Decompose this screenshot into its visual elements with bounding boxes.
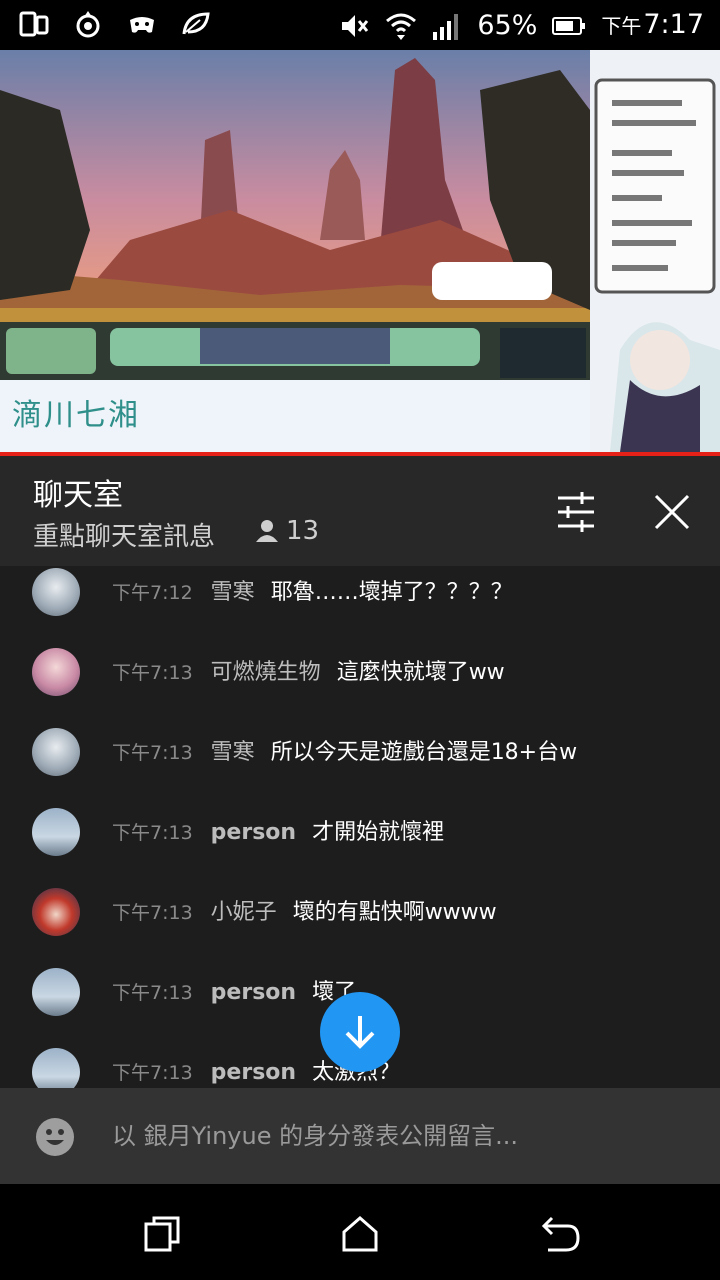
- message-time: 下午7:13: [112, 662, 193, 684]
- filter-button[interactable]: [552, 488, 600, 536]
- phone-icon: [19, 11, 49, 37]
- message-time: 下午7:12: [112, 582, 193, 604]
- clock: 下午7:17: [601, 9, 704, 40]
- comment-input[interactable]: [100, 1108, 714, 1164]
- message-time: 下午7:13: [112, 902, 193, 924]
- back-icon: [541, 1216, 580, 1252]
- avatar[interactable]: [32, 808, 80, 856]
- avatar[interactable]: [32, 728, 80, 776]
- scroll-to-bottom-button[interactable]: [320, 992, 400, 1072]
- battery-percent: 65%: [477, 9, 538, 41]
- stream-logo: 滴川七湘: [12, 398, 140, 433]
- close-button[interactable]: [648, 488, 696, 536]
- sliders-icon: [558, 492, 594, 532]
- smiley-icon: [36, 1118, 74, 1156]
- chat-message: 下午7:13 小妮子 壞的有點快啊wwww: [0, 866, 720, 946]
- message-author[interactable]: 小妮子: [211, 894, 277, 926]
- message-time: 下午7:13: [112, 822, 193, 844]
- message-text: 所以今天是遊戲台還是18+台w: [270, 740, 578, 765]
- home-icon: [342, 1216, 378, 1252]
- close-icon: [654, 494, 690, 530]
- message-author[interactable]: 雪寒: [211, 734, 255, 766]
- battery-icon: [552, 16, 586, 35]
- chat-message: 下午7:13 雪寒 所以今天是遊戲台還是18+台w: [0, 706, 720, 786]
- message-author[interactable]: person: [211, 820, 296, 845]
- chat-message: 下午7:13 可燃燒生物 這麼快就壞了ww: [0, 626, 720, 706]
- back-button[interactable]: [538, 1212, 582, 1256]
- message-author[interactable]: person: [211, 980, 296, 1005]
- wifi-icon: [386, 13, 417, 40]
- mute-icon: [342, 14, 369, 37]
- video-player[interactable]: 滴川七湘: [0, 50, 720, 452]
- viewer-count-number: 13: [286, 516, 320, 546]
- avatar[interactable]: [32, 648, 80, 696]
- message-text: 壞的有點快啊wwww: [292, 900, 497, 925]
- chat-header: 聊天室 重點聊天室訊息 13: [0, 456, 720, 566]
- arrow-down-icon: [345, 1016, 375, 1049]
- game-controller-icon: [130, 17, 154, 33]
- message-time: 下午7:13: [112, 1062, 193, 1084]
- message-text: 這麼快就壞了ww: [336, 660, 505, 685]
- leaf-icon: [182, 12, 210, 35]
- emoji-button[interactable]: [35, 1117, 75, 1157]
- recent-apps-icon: [144, 1216, 180, 1252]
- chat-mode-label[interactable]: 重點聊天室訊息: [33, 516, 215, 553]
- chat-message: 下午7:13 person 才開始就懷裡: [0, 786, 720, 866]
- message-author[interactable]: 雪寒: [211, 574, 255, 606]
- chat-message: 下午7:12 雪寒 耶魯……壞掉了？？？？: [0, 566, 720, 626]
- message-author[interactable]: person: [211, 1060, 296, 1085]
- viewer-count: 13: [254, 516, 319, 546]
- person-icon: [256, 520, 278, 542]
- signal-icon: [433, 13, 459, 40]
- avatar[interactable]: [32, 888, 80, 936]
- chat-title: 聊天室: [33, 478, 123, 513]
- status-bar: 65% 下午7:17: [0, 0, 720, 50]
- message-text: 耶魯……壞掉了？？？？: [270, 580, 513, 605]
- avatar[interactable]: [32, 1048, 80, 1088]
- message-time: 下午7:13: [112, 982, 193, 1004]
- avatar[interactable]: [32, 968, 80, 1016]
- message-text: 才開始就懷裡: [312, 820, 445, 845]
- recent-apps-button[interactable]: [140, 1212, 184, 1256]
- comment-bar: [0, 1088, 720, 1184]
- avatar[interactable]: [32, 568, 80, 616]
- navigation-bar: [0, 1184, 720, 1280]
- message-author[interactable]: 可燃燒生物: [211, 654, 321, 686]
- home-button[interactable]: [338, 1212, 382, 1256]
- app-icon: [76, 11, 100, 38]
- message-time: 下午7:13: [112, 742, 193, 764]
